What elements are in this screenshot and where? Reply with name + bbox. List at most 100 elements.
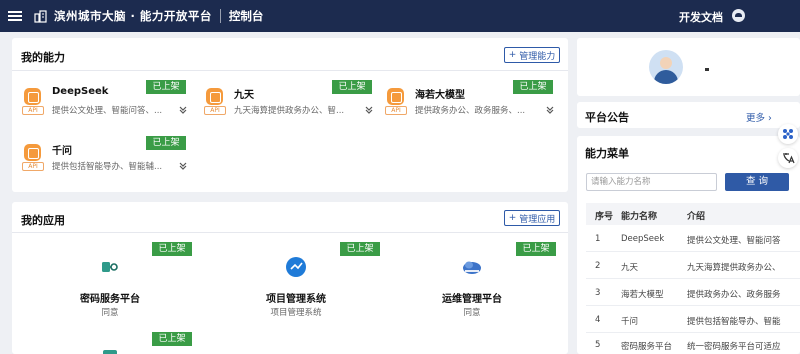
title-divider bbox=[219, 9, 221, 23]
translate-float-button[interactable] bbox=[778, 148, 798, 168]
chevron-down-icon[interactable] bbox=[178, 161, 188, 171]
search-button[interactable]: 查 询 bbox=[725, 173, 789, 191]
capability-menu-panel: 能力菜单 请输入能力名称 查 询 序号 能力名称 介绍 1 DeepSeek 提… bbox=[577, 136, 800, 354]
table-row[interactable]: 2 九天 九天海算提供政务办公、 bbox=[586, 253, 800, 279]
row-intro: 提供公文处理、智能问答 bbox=[687, 236, 781, 246]
status-badge: 已上架 bbox=[152, 332, 192, 346]
app-card-password-service[interactable]: 已上架 密码服务平台 同意 bbox=[22, 242, 198, 324]
capability-desc: 提供政务办公、政务服务、... bbox=[415, 106, 526, 116]
ai-model-icon: API bbox=[385, 88, 407, 116]
manage-capabilities-button[interactable]: + 管理能力 bbox=[504, 47, 560, 63]
plus-icon: + bbox=[508, 50, 517, 60]
manage-capabilities-label: 管理能力 bbox=[519, 51, 556, 62]
platform-notice-panel: 平台公告 更多 › bbox=[577, 102, 800, 128]
capability-desc: 提供公文处理、智能问答、... bbox=[52, 106, 163, 116]
app-icon bbox=[103, 350, 117, 354]
row-index: 5 bbox=[595, 340, 601, 350]
platform-title: 滨州城市大脑 · 能力开放平台 bbox=[54, 9, 212, 23]
row-name: DeepSeek bbox=[621, 234, 665, 244]
capability-card-jiutian[interactable]: 已上架 API 九天 九天海算提供政务办公、智... bbox=[204, 80, 374, 128]
capability-table-header: 序号 能力名称 介绍 bbox=[586, 203, 800, 225]
panel-divider bbox=[12, 232, 568, 233]
column-header-intro: 介绍 bbox=[687, 212, 706, 222]
manage-applications-button[interactable]: + 管理应用 bbox=[504, 210, 560, 226]
app-name: 密码服务平台 bbox=[80, 294, 140, 305]
ai-assistant-float-button[interactable] bbox=[778, 124, 798, 144]
ai-model-icon: API bbox=[22, 144, 44, 172]
city-building-icon bbox=[34, 10, 47, 23]
row-name: 密码服务平台 bbox=[621, 342, 673, 352]
user-account-icon[interactable] bbox=[732, 9, 745, 22]
row-index: 4 bbox=[595, 315, 601, 325]
capability-card-deepseek[interactable]: 已上架 API DeepSeek 提供公文处理、智能问答、... bbox=[22, 80, 192, 128]
capability-menu-title: 能力菜单 bbox=[585, 147, 629, 160]
row-name: 千问 bbox=[621, 317, 639, 327]
app-desc: 同意 bbox=[101, 308, 119, 318]
status-badge: 已上架 bbox=[513, 80, 553, 94]
project-management-icon bbox=[286, 257, 306, 277]
user-profile-panel bbox=[577, 38, 800, 96]
table-row[interactable]: 5 密码服务平台 统一密码服务平台可适应 bbox=[586, 332, 800, 354]
column-header-index: 序号 bbox=[595, 212, 614, 222]
capability-search-input[interactable]: 请输入能力名称 bbox=[586, 173, 717, 191]
capability-name: 千问 bbox=[52, 146, 72, 157]
my-capabilities-panel: 我的能力 + 管理能力 已上架 API DeepSeek 提供公文处理、智能问答… bbox=[12, 38, 568, 192]
status-badge: 已上架 bbox=[332, 80, 372, 94]
capability-name: 海若大模型 bbox=[415, 90, 465, 101]
status-badge: 已上架 bbox=[146, 136, 186, 150]
user-name-mark bbox=[705, 68, 709, 71]
notice-title: 平台公告 bbox=[585, 111, 629, 124]
app-name: 项目管理系统 bbox=[266, 294, 326, 305]
app-card-ops-management[interactable]: 已上架 运维管理平台 同意 bbox=[384, 242, 560, 324]
row-intro: 统一密码服务平台可适应 bbox=[687, 342, 781, 352]
capability-name: DeepSeek bbox=[52, 86, 109, 97]
plus-icon: + bbox=[508, 213, 517, 223]
chevron-down-icon[interactable] bbox=[364, 105, 374, 115]
app-desc: 同意 bbox=[463, 308, 481, 318]
row-name: 海若大模型 bbox=[621, 290, 664, 300]
ai-model-icon: API bbox=[204, 88, 226, 116]
assistant-sparkle-icon bbox=[783, 129, 793, 139]
console-link[interactable]: 控制台 bbox=[229, 8, 264, 24]
user-avatar[interactable] bbox=[649, 50, 683, 84]
top-nav-bar: 滨州城市大脑 · 能力开放平台 控制台 开发文档 bbox=[0, 0, 800, 32]
panel-divider bbox=[12, 70, 568, 71]
row-name: 九天 bbox=[621, 263, 639, 273]
my-capabilities-title: 我的能力 bbox=[21, 51, 65, 64]
row-intro: 提供政务办公、政务服务 bbox=[687, 290, 781, 300]
status-badge: 已上架 bbox=[340, 242, 380, 256]
menu-icon[interactable] bbox=[8, 11, 22, 21]
developer-docs-link[interactable]: 开发文档 bbox=[679, 9, 723, 25]
my-applications-title: 我的应用 bbox=[21, 214, 65, 227]
row-intro: 九天海算提供政务办公、 bbox=[687, 263, 781, 273]
status-badge: 已上架 bbox=[516, 242, 556, 256]
app-desc: 项目管理系统 bbox=[270, 308, 322, 318]
manage-applications-label: 管理应用 bbox=[519, 214, 556, 225]
capability-desc: 九天海算提供政务办公、智... bbox=[234, 106, 345, 116]
status-badge: 已上架 bbox=[146, 80, 186, 94]
table-row[interactable]: 4 千问 提供包括智能导办、智能 bbox=[586, 307, 800, 333]
table-row[interactable]: 1 DeepSeek 提供公文处理、智能问答 bbox=[586, 226, 800, 252]
capability-card-hairuo[interactable]: 已上架 API 海若大模型 提供政务办公、政务服务、... bbox=[385, 80, 555, 128]
ai-model-icon: API bbox=[22, 88, 44, 116]
row-index: 1 bbox=[595, 234, 601, 244]
capability-card-qianwen[interactable]: 已上架 API 千问 提供包括智能导办、智能辅... bbox=[22, 136, 192, 184]
capability-desc: 提供包括智能导办、智能辅... bbox=[52, 162, 163, 172]
row-intro: 提供包括智能导办、智能 bbox=[687, 317, 781, 327]
app-name: 运维管理平台 bbox=[442, 294, 502, 305]
chevron-down-icon[interactable] bbox=[178, 105, 188, 115]
key-service-icon bbox=[102, 262, 118, 272]
chevron-down-icon[interactable] bbox=[545, 105, 555, 115]
row-index: 2 bbox=[595, 261, 601, 271]
capability-name: 九天 bbox=[234, 90, 254, 101]
notice-more-link[interactable]: 更多 › bbox=[746, 110, 772, 124]
translate-icon bbox=[783, 153, 795, 164]
column-header-name: 能力名称 bbox=[621, 212, 658, 222]
row-index: 3 bbox=[595, 288, 601, 298]
app-card-project-management[interactable]: 已上架 项目管理系统 项目管理系统 bbox=[208, 242, 384, 324]
app-card-partial[interactable]: 已上架 bbox=[22, 332, 198, 354]
ops-platform-icon bbox=[463, 261, 481, 274]
table-row[interactable]: 3 海若大模型 提供政务办公、政务服务 bbox=[586, 280, 800, 306]
status-badge: 已上架 bbox=[152, 242, 192, 256]
my-applications-panel: 我的应用 + 管理应用 已上架 密码服务平台 同意 已上架 项目管理系统 项目管… bbox=[12, 202, 568, 354]
